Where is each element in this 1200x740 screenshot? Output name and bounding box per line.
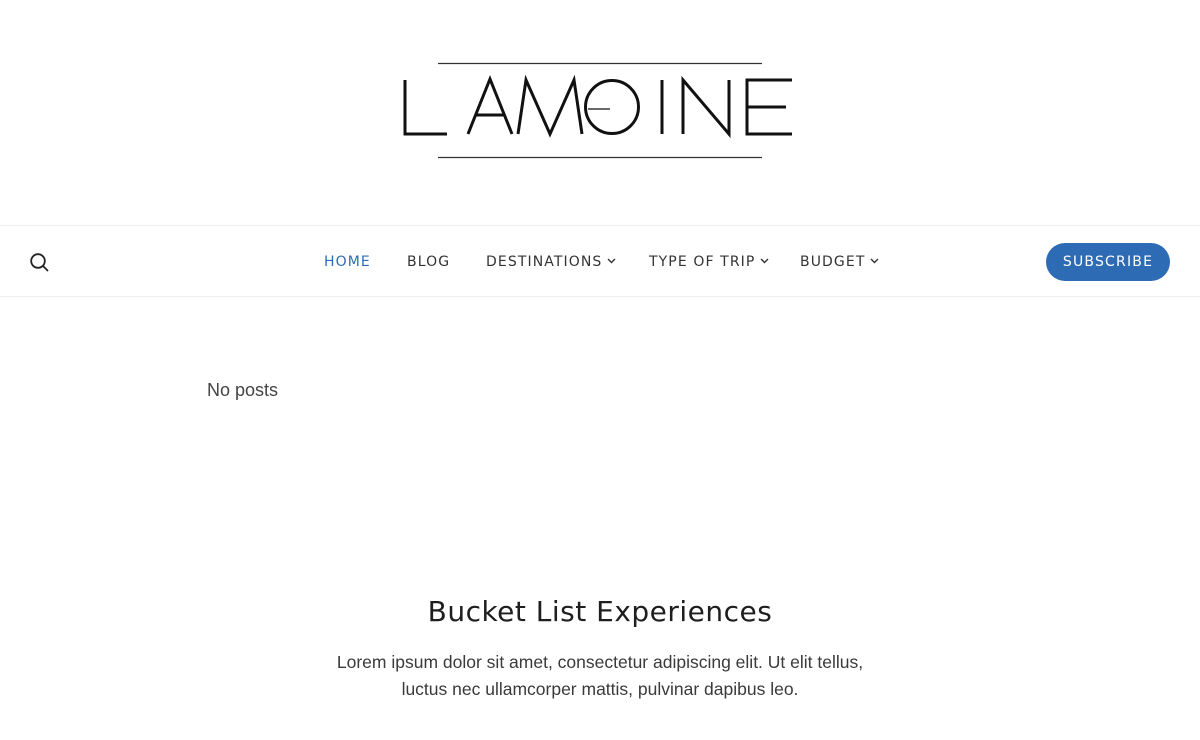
nav-item-budget[interactable]: BUDGET (800, 252, 879, 272)
search-button[interactable] (26, 249, 52, 275)
site-logo[interactable] (400, 60, 796, 162)
nav-item-label: DESTINATIONS (486, 254, 603, 270)
nav-item-blog[interactable]: BLOG (407, 252, 450, 272)
chevron-down-icon (760, 250, 769, 270)
nav-item-home[interactable]: HOME (324, 252, 371, 272)
nav-item-label: BLOG (407, 254, 451, 270)
section-title: Bucket List Experiences (427, 595, 773, 628)
chevron-down-icon (607, 250, 616, 270)
nav-item-destinations[interactable]: DESTINATIONS (486, 252, 616, 272)
chevron-down-icon (870, 250, 879, 270)
empty-posts-message: No posts (207, 380, 279, 400)
site-header (0, 0, 1200, 226)
search-icon (30, 253, 49, 272)
main-navbar: HOME BLOG DESTINATIONS TYPE OF TRIP BUDG… (0, 225, 1200, 297)
logo-wordmark (403, 62, 792, 159)
nav-item-label: BUDGET (800, 254, 866, 270)
nav-item-label: HOME (324, 254, 371, 270)
nav-item-label: TYPE OF TRIP (649, 254, 756, 270)
nav-item-type-of-trip[interactable]: TYPE OF TRIP (649, 252, 769, 272)
section-description: Lorem ipsum dolor sit amet, consectetur … (336, 652, 864, 699)
subscribe-button[interactable]: SUBSCRIBE (1046, 243, 1170, 281)
nav-menu: HOME BLOG DESTINATIONS TYPE OF TRIP BUDG… (0, 226, 1200, 298)
